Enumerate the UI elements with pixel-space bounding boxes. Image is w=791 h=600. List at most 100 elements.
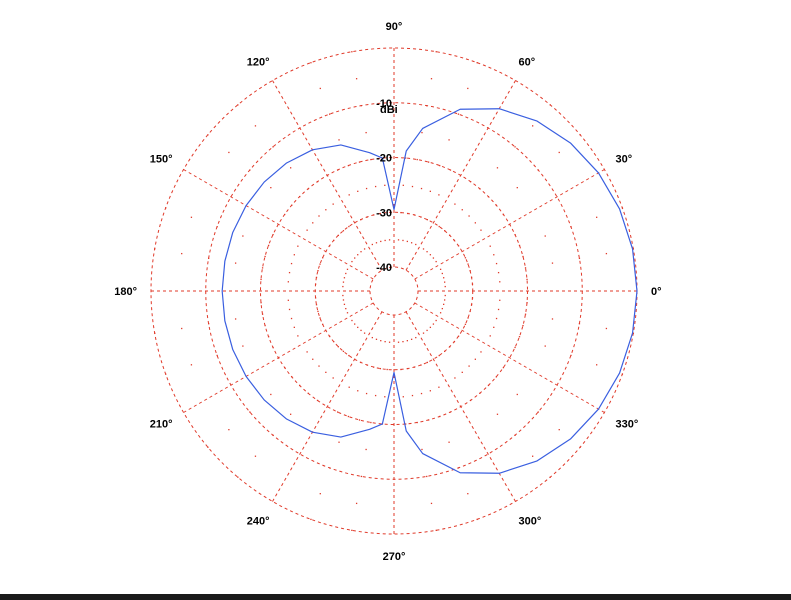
grid-spoke-8 [272, 311, 383, 502]
grid-dot [558, 151, 560, 154]
grid-dot [216, 226, 218, 228]
grid-dot [270, 186, 272, 189]
grid-dot [208, 323, 210, 325]
grid-dot [312, 222, 314, 224]
grid-dot [605, 327, 608, 330]
grid-dot [480, 229, 482, 231]
grid-ring-3 [205, 102, 583, 480]
grid-dot [319, 493, 321, 495]
grid-dot [438, 194, 440, 196]
grid-dot [328, 245, 331, 247]
grid-dot [578, 257, 581, 260]
grid-dot [190, 364, 193, 366]
grid-dot [411, 394, 414, 397]
grid-dot [435, 319, 437, 322]
grid-dot [489, 245, 491, 247]
grid-dot [454, 203, 456, 205]
grid-dot [518, 244, 521, 247]
grid-dot [261, 267, 264, 269]
grid-dot [291, 204, 293, 206]
grid-dot [346, 268, 349, 270]
grid-dot [570, 354, 572, 357]
grid-dot [342, 294, 344, 297]
grid-dot [441, 307, 443, 310]
grid-dot [290, 317, 293, 320]
grid-dot [443, 303, 445, 305]
grid-dot [524, 267, 527, 269]
grid-dot [360, 475, 363, 478]
grid-dot [386, 368, 388, 371]
grid-dot [260, 302, 262, 304]
grid-dot [416, 421, 418, 424]
grid-dot [427, 161, 430, 163]
grid-dot [605, 252, 608, 255]
grid-dot [207, 446, 209, 448]
grid-dot [228, 429, 230, 431]
grid-dot [407, 212, 409, 215]
grid-dot [430, 502, 433, 505]
grid-dot [207, 134, 209, 136]
grid-dot [532, 125, 534, 127]
grid-dot [318, 365, 320, 367]
grid-dot [234, 262, 237, 264]
grid-dot [338, 139, 340, 141]
grid-dot [299, 196, 301, 198]
grid-dot [261, 313, 264, 315]
grid-dot [254, 455, 257, 457]
grid-dot [360, 361, 362, 364]
grid-dot [495, 262, 498, 265]
grid-dot [342, 230, 345, 232]
grid-dot [397, 239, 400, 241]
grid-dot [457, 467, 460, 469]
grid-dot [288, 308, 291, 311]
radial-tick-label: -30 [376, 207, 392, 219]
grid-dot [487, 384, 490, 387]
grid-dot [522, 255, 524, 258]
angle-tick-label: 90° [386, 21, 403, 33]
grid-dot [453, 341, 456, 343]
grid-dot [469, 399, 472, 402]
grid-dot [289, 413, 292, 415]
grid-dot [288, 271, 291, 274]
grid-dot [336, 169, 339, 171]
grid-dot [449, 411, 452, 413]
grid-layer [150, 47, 638, 535]
grid-dot [457, 245, 460, 247]
grid-dot [444, 350, 446, 353]
grid-dot [343, 277, 346, 279]
grid-dot [342, 285, 344, 288]
grid-dot [380, 340, 382, 342]
grid-dot [469, 181, 472, 183]
grid-dot [325, 209, 327, 211]
grid-ring-2 [260, 157, 528, 425]
grid-dot [375, 242, 378, 244]
grid-dot [333, 239, 335, 242]
grid-spoke-4 [272, 80, 383, 271]
grid-dot [346, 312, 349, 314]
grid-dot [345, 272, 347, 275]
grid-dot [374, 394, 377, 397]
grid-dot [249, 169, 251, 171]
grid-dot [426, 105, 428, 107]
grid-dot [365, 448, 367, 451]
grid-dot [443, 277, 445, 279]
grid-dot [338, 441, 340, 443]
grid-dot [154, 332, 156, 334]
grid-dot [480, 351, 482, 353]
grid-dot [272, 233, 274, 236]
grid-dot [400, 368, 402, 371]
grid-dot [357, 326, 359, 329]
grid-dot [579, 134, 581, 136]
grid-dot [316, 181, 319, 183]
angle-tick-label: 120° [247, 57, 270, 69]
grid-dot [439, 268, 442, 270]
angle-tick-label: 240° [247, 515, 270, 527]
grid-dot [312, 358, 314, 360]
grid-dot [457, 113, 460, 115]
grid-dot [469, 270, 471, 272]
grid-dot [496, 413, 499, 415]
grid-dot [443, 299, 446, 301]
grid-dot [373, 214, 375, 216]
grid-dot [306, 229, 308, 231]
grid-dot [410, 242, 413, 244]
